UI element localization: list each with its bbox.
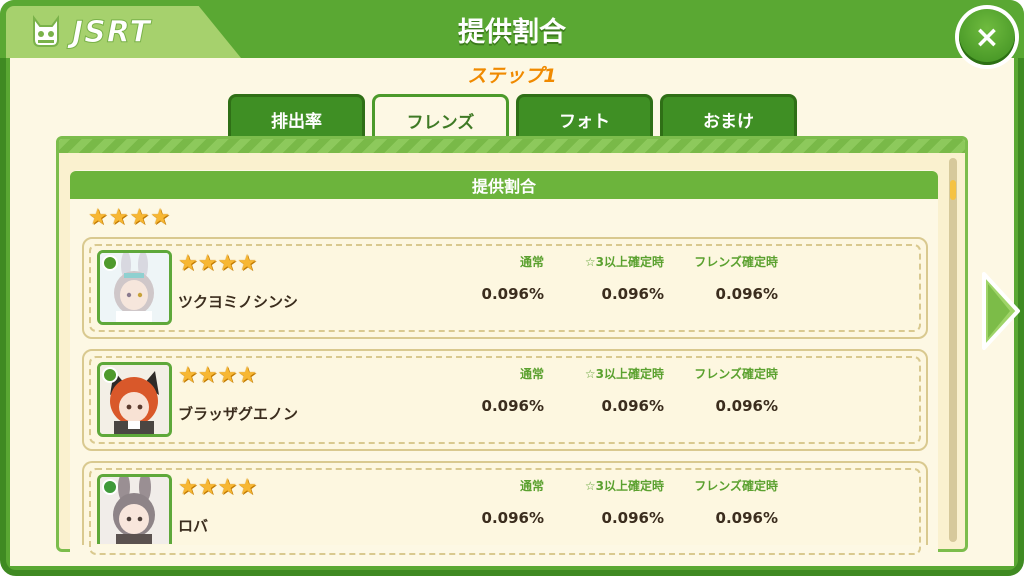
- friend-portrait[interactable]: [97, 250, 172, 325]
- rate-star3: 0.096%: [601, 397, 664, 415]
- next-page-button[interactable]: [978, 270, 1022, 352]
- star-icon: ★: [178, 475, 198, 500]
- striped-band: [59, 139, 965, 153]
- funny-icon: [102, 367, 118, 383]
- dialog-header: JSRT 提供割合: [0, 0, 1024, 58]
- section-title: 提供割合: [70, 171, 938, 199]
- star-icon: ★: [217, 251, 238, 276]
- star-icon: ★: [217, 363, 238, 388]
- rarity-group-stars: ★ ★ ★ ★: [88, 207, 170, 229]
- tab-rates[interactable]: 排出率: [228, 94, 365, 138]
- close-button[interactable]: ×: [955, 5, 1019, 69]
- rate-friends: 0.096%: [715, 397, 778, 415]
- star-icon: ★: [217, 475, 238, 500]
- star-icon: ★: [197, 251, 218, 276]
- scrollbar[interactable]: [949, 158, 957, 542]
- page-title: 提供割合: [458, 17, 566, 48]
- rate-normal: 0.096%: [481, 285, 544, 303]
- friend-card[interactable]: ★ ★ ★ ★ ツクヨミノシンシ 通常 ☆3以上確定時 フレンズ確定時 0.09…: [82, 237, 928, 339]
- star-icon: ★: [197, 475, 218, 500]
- star-icon: ★: [178, 363, 198, 388]
- column-header-star3: ☆3以上確定時: [584, 255, 664, 269]
- column-header-friends: フレンズ確定時: [694, 367, 778, 381]
- tab-bonus[interactable]: おまけ: [660, 94, 797, 138]
- friend-name: ブラッザグエノン: [178, 405, 299, 423]
- rarity-stars: ★ ★ ★ ★: [178, 477, 257, 499]
- rate-friends: 0.096%: [715, 285, 778, 303]
- column-header-normal: 通常: [519, 367, 544, 381]
- rate-normal: 0.096%: [481, 509, 544, 527]
- star-icon: ★: [108, 205, 129, 230]
- funny-icon: [102, 255, 118, 271]
- tab-friends[interactable]: フレンズ: [372, 94, 509, 140]
- column-header-friends: フレンズ確定時: [694, 479, 778, 493]
- tab-bar: 排出率 フレンズ フォト おまけ: [228, 94, 797, 140]
- star-icon: ★: [237, 251, 257, 276]
- star-icon: ★: [88, 205, 108, 230]
- tab-photo[interactable]: フォト: [516, 94, 653, 138]
- column-header-normal: 通常: [519, 255, 544, 269]
- star-icon: ★: [237, 475, 257, 500]
- friend-portrait[interactable]: [97, 474, 172, 544]
- column-header-star3: ☆3以上確定時: [584, 479, 664, 493]
- star-icon: ★: [129, 205, 150, 230]
- column-header-star3: ☆3以上確定時: [584, 367, 664, 381]
- step-label: ステップ1: [467, 65, 557, 87]
- friend-portrait[interactable]: [97, 362, 172, 437]
- friend-name: ツクヨミノシンシ: [178, 293, 299, 311]
- scroll-thumb[interactable]: [950, 180, 956, 200]
- star-icon: ★: [237, 363, 257, 388]
- friend-card[interactable]: ★ ★ ★ ★ ロバ 通常 ☆3以上確定時 フレンズ確定時 0.096% 0.0…: [82, 461, 928, 555]
- friend-name: ロバ: [178, 517, 209, 535]
- star-icon: ★: [178, 251, 198, 276]
- friend-card[interactable]: ★ ★ ★ ★ ブラッザグエノン 通常 ☆3以上確定時 フレンズ確定時 0.09…: [82, 349, 928, 451]
- star-icon: ★: [150, 205, 170, 230]
- rate-star3: 0.096%: [601, 509, 664, 527]
- star-icon: ★: [197, 363, 218, 388]
- relax-icon: [102, 479, 118, 495]
- chevron-right-icon[interactable]: [978, 270, 1022, 352]
- column-header-normal: 通常: [519, 479, 544, 493]
- column-header-friends: フレンズ確定時: [694, 255, 778, 269]
- rate-normal: 0.096%: [481, 397, 544, 415]
- rate-friends: 0.096%: [715, 509, 778, 527]
- rarity-stars: ★ ★ ★ ★: [178, 365, 257, 387]
- close-icon[interactable]: ×: [959, 9, 1015, 65]
- rarity-stars: ★ ★ ★ ★: [178, 253, 257, 275]
- rate-star3: 0.096%: [601, 285, 664, 303]
